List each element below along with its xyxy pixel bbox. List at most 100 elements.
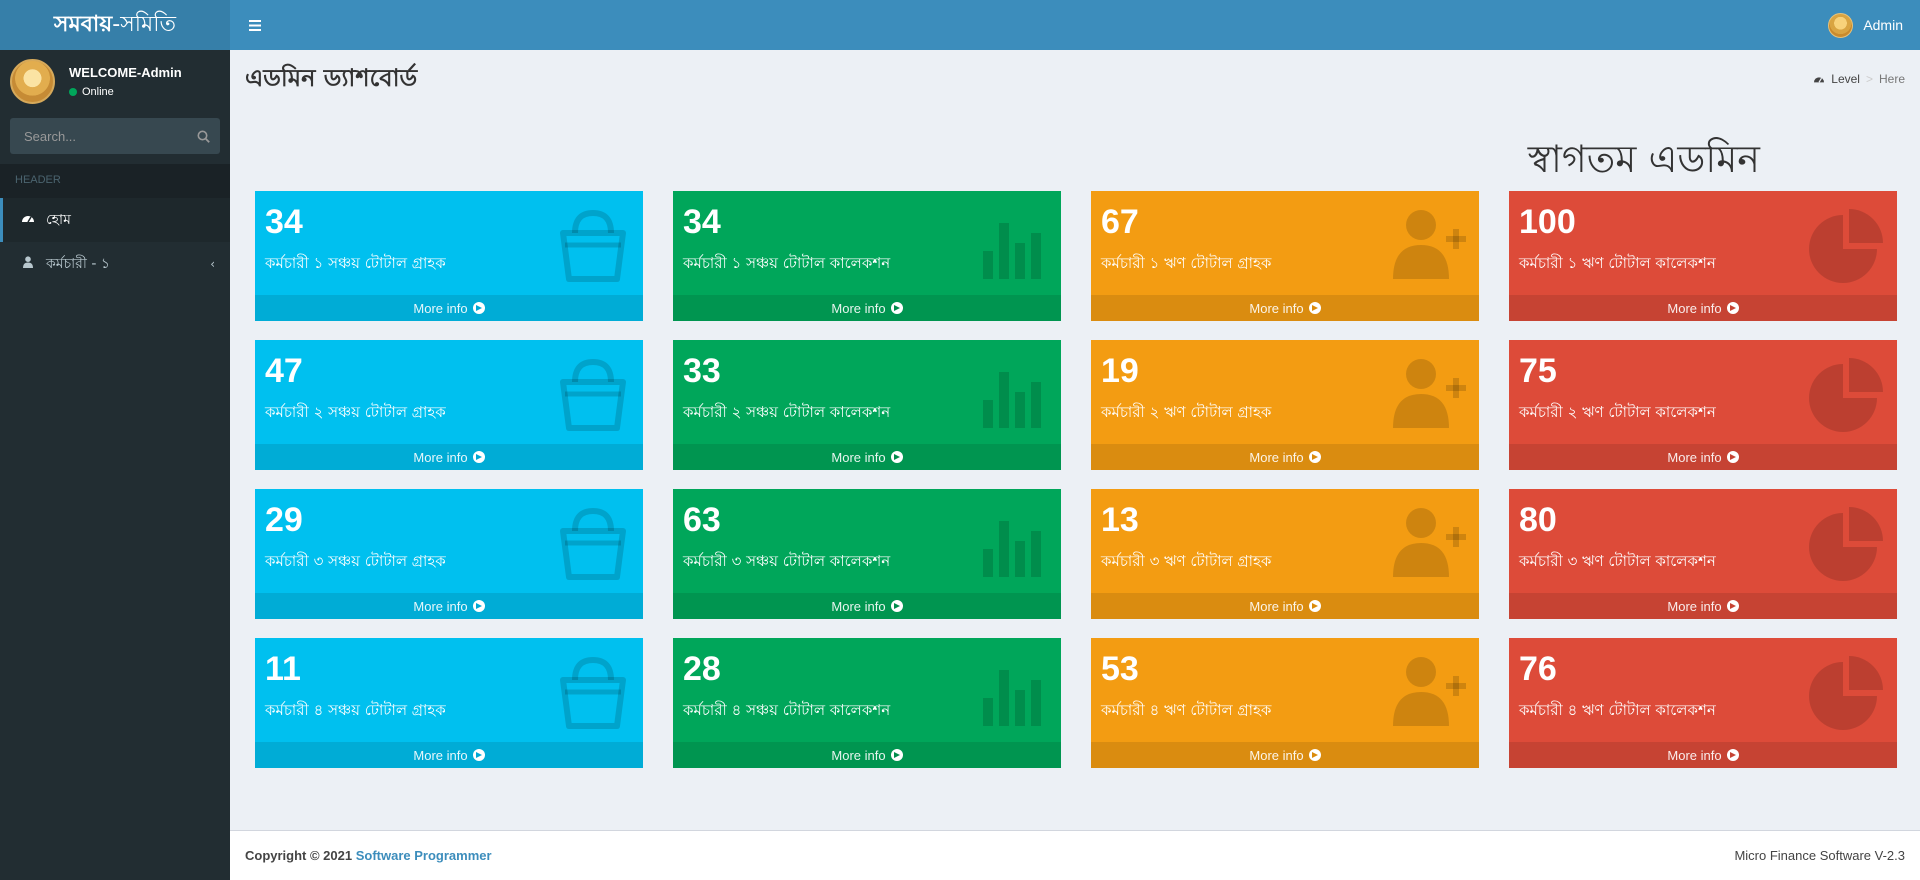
- stat-label: কর্মচারী ১ ঋণ টোটাল গ্রাহক: [1101, 254, 1272, 272]
- stat-value: 13: [1101, 501, 1139, 539]
- bar-chart-icon: [971, 352, 1051, 432]
- search-icon[interactable]: [197, 130, 210, 143]
- sidebar-item-home[interactable]: হোম: [0, 198, 230, 242]
- sidebar-search: [10, 118, 220, 154]
- page-footer: Copyright © 2021 Software Programmer Mic…: [230, 830, 1920, 880]
- stat-label: কর্মচারী ২ সঞ্চয় টোটাল গ্রাহক: [265, 403, 446, 421]
- more-info-link[interactable]: More info: [1509, 742, 1897, 768]
- dashboard-icon: [18, 212, 38, 228]
- stats-grid: 34 কর্মচারী ১ সঞ্চয় টোটাল গ্রাহক More inf…: [255, 191, 1897, 768]
- stat-value: 63: [683, 501, 721, 539]
- more-info-label: More info: [1667, 747, 1722, 763]
- stat-value: 19: [1101, 352, 1139, 390]
- more-info-link[interactable]: More info: [673, 593, 1061, 619]
- stat-box: 33 কর্মচারী ২ সঞ্চয় টোটাল কালেকশন More in…: [673, 340, 1061, 470]
- more-info-link[interactable]: More info: [673, 295, 1061, 321]
- stat-box: 11 কর্মচারী ৪ সঞ্চয় টোটাল গ্রাহক More inf…: [255, 638, 643, 768]
- sidebar-toggle-button[interactable]: [235, 0, 275, 50]
- shopping-bag-icon: [553, 352, 633, 432]
- search-input[interactable]: [24, 128, 174, 144]
- chevron-left-icon: ‹: [210, 257, 215, 271]
- stat-label: কর্মচারী ২ ঋণ টোটাল কালেকশন: [1519, 403, 1716, 421]
- stat-value: 100: [1519, 203, 1576, 241]
- more-info-link[interactable]: More info: [255, 593, 643, 619]
- bar-chart-icon: [971, 203, 1051, 283]
- arrow-circle-right-icon: [472, 749, 485, 761]
- sidebar-item-employee-1[interactable]: কর্মচারী - ১ ‹: [0, 242, 230, 286]
- stat-box: 34 কর্মচারী ১ সঞ্চয় টোটাল কালেকশন More in…: [673, 191, 1061, 321]
- more-info-label: More info: [1249, 747, 1304, 763]
- stat-label: কর্মচারী ৩ সঞ্চয় টোটাল কালেকশন: [683, 552, 891, 570]
- stat-box: 75 কর্মচারী ২ ঋণ টোটাল কালেকশন More info: [1509, 340, 1897, 470]
- stat-value: 75: [1519, 352, 1557, 390]
- app-logo[interactable]: সমবায় -সমিতি: [0, 0, 230, 50]
- arrow-circle-right-icon: [1726, 451, 1739, 463]
- stat-label: কর্মচারী ১ ঋণ টোটাল কালেকশন: [1519, 254, 1716, 272]
- more-info-label: More info: [1249, 300, 1304, 316]
- arrow-circle-right-icon: [890, 302, 903, 314]
- stat-label: কর্মচারী ৩ ঋণ টোটাল গ্রাহক: [1101, 552, 1272, 570]
- user-add-icon: [1389, 650, 1469, 730]
- breadcrumb-separator: >: [1865, 72, 1873, 86]
- company-link[interactable]: Software Programmer: [356, 848, 492, 863]
- stat-label: কর্মচারী ৪ ঋণ টোটাল কালেকশন: [1519, 701, 1716, 719]
- stat-value: 28: [683, 650, 721, 688]
- more-info-link[interactable]: More info: [255, 295, 643, 321]
- logo-rest: -সমিতি: [112, 11, 177, 37]
- sidebar-item-label: হোম: [46, 212, 71, 228]
- arrow-circle-right-icon: [1726, 749, 1739, 761]
- more-info-link[interactable]: More info: [1509, 295, 1897, 321]
- more-info-link[interactable]: More info: [1091, 444, 1479, 470]
- more-info-link[interactable]: More info: [1509, 593, 1897, 619]
- avatar: [10, 58, 55, 104]
- user-add-icon: [1389, 352, 1469, 432]
- version-text: Micro Finance Software V-2.3: [1734, 848, 1905, 863]
- stat-value: 11: [265, 650, 301, 688]
- arrow-circle-right-icon: [1308, 302, 1321, 314]
- more-info-label: More info: [831, 300, 886, 316]
- stat-value: 34: [265, 203, 303, 241]
- arrow-circle-right-icon: [1726, 600, 1739, 612]
- arrow-circle-right-icon: [890, 600, 903, 612]
- stat-label: কর্মচারী ২ সঞ্চয় টোটাল কালেকশন: [683, 403, 891, 421]
- bar-chart-icon: [971, 501, 1051, 581]
- more-info-link[interactable]: More info: [255, 742, 643, 768]
- user-menu[interactable]: Admin: [1828, 12, 1905, 38]
- user-icon: [18, 256, 38, 272]
- stat-box: 47 কর্মচারী ২ সঞ্চয় টোটাল গ্রাহক More inf…: [255, 340, 643, 470]
- stat-label: কর্মচারী ১ সঞ্চয় টোটাল কালেকশন: [683, 254, 891, 272]
- copyright-text: Copyright © 2021: [245, 848, 353, 863]
- stat-box: 13 কর্মচারী ৩ ঋণ টোটাল গ্রাহক More info: [1091, 489, 1479, 619]
- user-menu-label: Admin: [1863, 17, 1903, 33]
- stat-value: 34: [683, 203, 721, 241]
- stat-box: 67 কর্মচারী ১ ঋণ টোটাল গ্রাহক More info: [1091, 191, 1479, 321]
- pie-chart-icon: [1807, 650, 1887, 730]
- breadcrumb-level-link[interactable]: Level: [1831, 72, 1860, 86]
- arrow-circle-right-icon: [890, 749, 903, 761]
- stat-label: কর্মচারী ৩ ঋণ টোটাল কালেকশন: [1519, 552, 1716, 570]
- status-dot-icon: [69, 87, 77, 96]
- pie-chart-icon: [1807, 203, 1887, 283]
- breadcrumb-current: Here: [1878, 72, 1905, 86]
- more-info-label: More info: [413, 747, 468, 763]
- more-info-label: More info: [831, 449, 886, 465]
- more-info-link[interactable]: More info: [255, 444, 643, 470]
- main-content: এডমিন ড্যাশবোর্ড Level > Here স্বাগতম এড…: [230, 50, 1920, 830]
- stat-label: কর্মচারী ৩ সঞ্চয় টোটাল গ্রাহক: [265, 552, 446, 570]
- more-info-link[interactable]: More info: [1091, 742, 1479, 768]
- stat-value: 76: [1519, 650, 1557, 688]
- stat-box: 76 কর্মচারী ৪ ঋণ টোটাল কালেকশন More info: [1509, 638, 1897, 768]
- sidebar: WELCOME-Admin Online HEADER হোম কর্মচারী…: [0, 50, 230, 880]
- more-info-label: More info: [831, 598, 886, 614]
- more-info-link[interactable]: More info: [1091, 295, 1479, 321]
- top-navbar: Admin: [230, 0, 1920, 50]
- more-info-link[interactable]: More info: [1509, 444, 1897, 470]
- logo-bold: সমবায়: [53, 11, 113, 37]
- more-info-link[interactable]: More info: [673, 444, 1061, 470]
- more-info-link[interactable]: More info: [1091, 593, 1479, 619]
- arrow-circle-right-icon: [472, 302, 485, 314]
- more-info-link[interactable]: More info: [673, 742, 1061, 768]
- pie-chart-icon: [1807, 352, 1887, 432]
- status-label: Online: [82, 85, 114, 98]
- stat-label: কর্মচারী ৪ সঞ্চয় টোটাল কালেকশন: [683, 701, 891, 719]
